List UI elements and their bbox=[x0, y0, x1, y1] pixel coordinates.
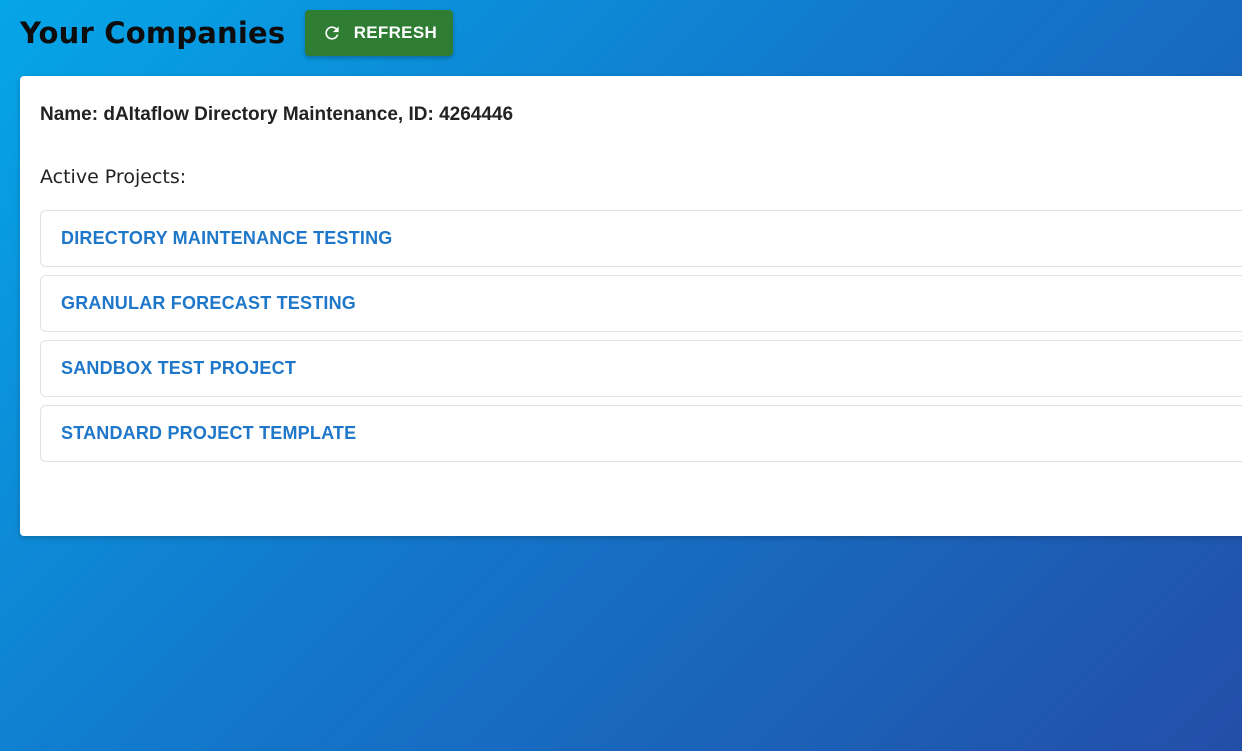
refresh-icon bbox=[322, 23, 342, 43]
project-item-standard-project-template[interactable]: STANDARD PROJECT TEMPLATE bbox=[40, 405, 1242, 462]
project-link[interactable]: SANDBOX TEST PROJECT bbox=[61, 358, 296, 379]
company-card: Name: dAItaflow Directory Maintenance, I… bbox=[20, 76, 1242, 536]
page-title: Your Companies bbox=[20, 16, 286, 50]
project-link[interactable]: GRANULAR FORECAST TESTING bbox=[61, 293, 356, 314]
project-link[interactable]: DIRECTORY MAINTENANCE TESTING bbox=[61, 228, 393, 249]
refresh-button-label: REFRESH bbox=[353, 23, 438, 42]
project-item-sandbox-test-project[interactable]: SANDBOX TEST PROJECT bbox=[40, 340, 1242, 397]
refresh-button[interactable]: REFRESH bbox=[305, 10, 454, 56]
project-item-granular-forecast-testing[interactable]: GRANULAR FORECAST TESTING bbox=[40, 275, 1242, 332]
project-item-directory-maintenance-testing[interactable]: DIRECTORY MAINTENANCE TESTING bbox=[40, 210, 1242, 267]
active-projects-label: Active Projects: bbox=[40, 166, 187, 188]
project-list: DIRECTORY MAINTENANCE TESTING GRANULAR F… bbox=[40, 210, 1242, 470]
header: Your Companies REFRESH bbox=[20, 10, 454, 56]
company-name: Name: dAItaflow Directory Maintenance, I… bbox=[40, 104, 514, 125]
project-link[interactable]: STANDARD PROJECT TEMPLATE bbox=[61, 423, 356, 444]
